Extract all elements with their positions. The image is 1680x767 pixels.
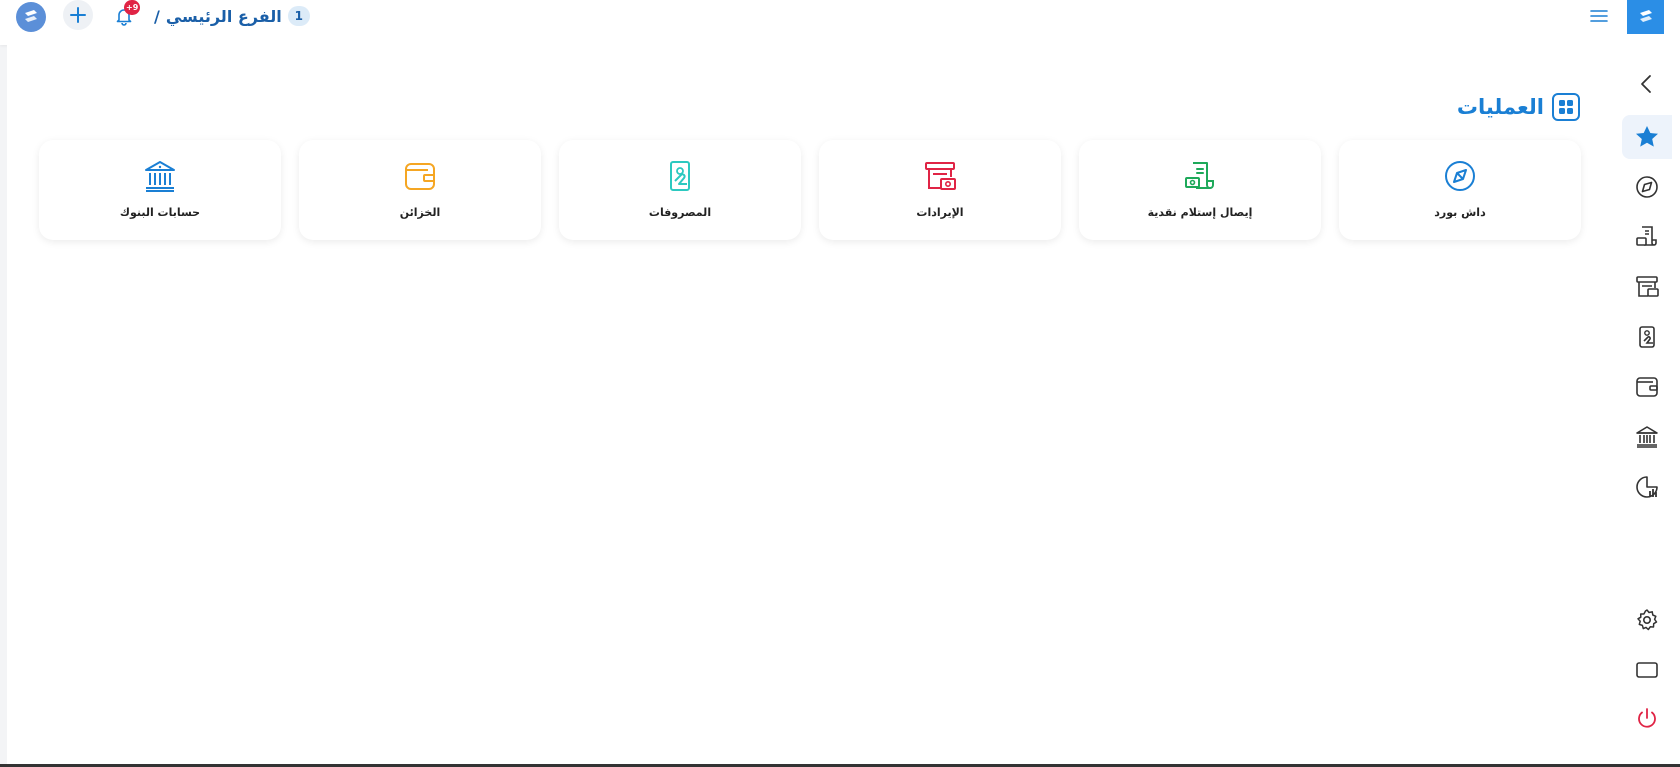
chevron-left-icon — [1641, 75, 1651, 93]
branch-number-badge: 1 — [287, 6, 310, 26]
brand-logo-icon[interactable] — [16, 2, 46, 32]
wallet-icon — [402, 158, 438, 194]
card-label: الخزائن — [399, 206, 441, 219]
card-expenses[interactable]: المصروفات — [559, 140, 801, 240]
bank-icon — [142, 158, 178, 194]
compass-icon — [1636, 176, 1658, 198]
operations-cards: داش بورد إيصال إستلام نقدية الإيرادات ال… — [39, 140, 1581, 240]
card-treasuries[interactable]: الخزائن — [299, 140, 541, 240]
sidebar-item-treasuries[interactable] — [1622, 365, 1672, 409]
brand-logo-button[interactable] — [1627, 0, 1664, 34]
main-content: العمليات داش بورد إيصال إستلام نقدية الإ… — [7, 45, 1612, 765]
plus-icon — [70, 7, 86, 23]
card-label: المصروفات — [648, 206, 712, 219]
cash-receipt-icon — [1636, 226, 1657, 246]
sidebar-item-settings[interactable] — [1622, 598, 1672, 642]
card-dashboard[interactable]: داش بورد — [1339, 140, 1581, 240]
top-bar: +9 / الفرع الرئيسي 1 — [0, 0, 1680, 45]
cash-receipt-icon — [1182, 158, 1218, 194]
sidebar — [1612, 45, 1680, 765]
card-revenue[interactable]: الإيرادات — [819, 140, 1061, 240]
add-button[interactable] — [63, 0, 93, 30]
hamburger-menu-icon — [1590, 10, 1608, 22]
sidebar-item-cash-receipt[interactable] — [1622, 215, 1672, 259]
breadcrumb-separator: / — [154, 6, 160, 26]
power-icon — [1638, 708, 1656, 728]
compass-icon — [1442, 158, 1478, 194]
expense-hand-money-icon — [662, 158, 698, 194]
sidebar-item-revenue[interactable] — [1622, 265, 1672, 309]
bank-icon — [1636, 426, 1658, 448]
card-label: الإيرادات — [916, 206, 964, 219]
window-icon — [1636, 662, 1658, 678]
revenue-register-icon — [922, 158, 958, 194]
wallet-icon — [1636, 377, 1658, 397]
grid-icon — [1552, 93, 1580, 121]
sidebar-item-fullscreen[interactable] — [1622, 648, 1672, 692]
card-banks[interactable]: حسابات البنوك — [39, 140, 281, 240]
expense-hand-money-icon — [1639, 326, 1655, 348]
brand-logo-icon — [1639, 10, 1652, 22]
section-title: العمليات — [1457, 89, 1580, 125]
star-icon — [1636, 126, 1658, 147]
sidebar-collapse-button[interactable] — [1622, 62, 1672, 106]
sidebar-item-expenses[interactable] — [1622, 315, 1672, 359]
breadcrumb: / الفرع الرئيسي 1 — [154, 3, 310, 29]
sidebar-item-dashboard[interactable] — [1622, 165, 1672, 209]
sidebar-item-banks[interactable] — [1622, 415, 1672, 459]
notifications-button[interactable]: +9 — [109, 0, 141, 31]
revenue-register-icon — [1636, 276, 1659, 297]
menu-button[interactable] — [1588, 5, 1610, 27]
sidebar-item-logout[interactable] — [1622, 697, 1672, 741]
card-cash-receipt[interactable]: إيصال إستلام نقدية — [1079, 140, 1321, 240]
section-title-text: العمليات — [1456, 95, 1544, 119]
gear-icon — [1637, 609, 1658, 631]
breadcrumb-branch[interactable]: الفرع الرئيسي — [166, 7, 282, 26]
notification-badge: +9 — [124, 0, 141, 15]
card-label: داش بورد — [1434, 206, 1486, 219]
sidebar-item-favorites[interactable] — [1622, 115, 1672, 159]
pie-chart-icon — [1636, 476, 1658, 498]
card-label: إيصال إستلام نقدية — [1147, 206, 1253, 219]
card-label: حسابات البنوك — [119, 206, 201, 219]
sidebar-item-reports[interactable] — [1622, 465, 1672, 509]
